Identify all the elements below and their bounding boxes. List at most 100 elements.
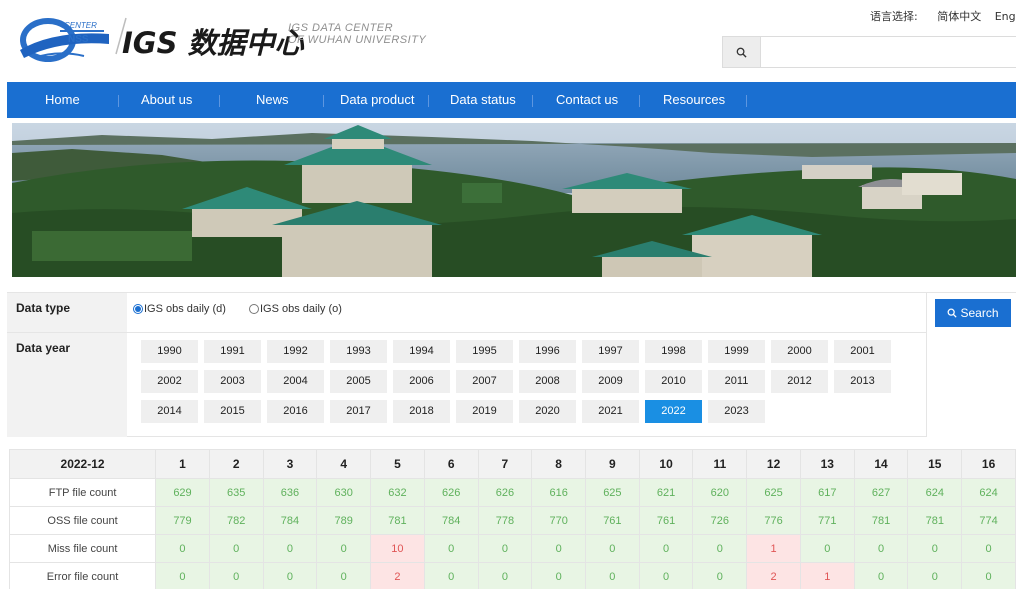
table-cell[interactable]: 624 [907,478,963,507]
table-cell[interactable]: 781 [370,506,425,535]
table-cell[interactable]: 789 [316,506,372,535]
year-button-2000[interactable]: 2000 [771,340,828,363]
table-cell[interactable]: 0 [423,562,479,589]
year-button-2022[interactable]: 2022 [645,400,702,423]
table-cell[interactable]: 0 [155,534,210,563]
year-button-2009[interactable]: 2009 [582,370,639,393]
table-cell[interactable]: 0 [316,534,372,563]
table-cell[interactable]: 0 [531,534,586,563]
year-button-1990[interactable]: 1990 [141,340,198,363]
year-button-2016[interactable]: 2016 [267,400,324,423]
year-button-2019[interactable]: 2019 [456,400,513,423]
table-cell[interactable]: 781 [853,506,909,535]
year-button-2021[interactable]: 2021 [582,400,639,423]
table-cell[interactable]: 779 [155,506,210,535]
table-cell[interactable]: 635 [208,478,264,507]
table-cell[interactable]: 627 [853,478,909,507]
year-button-2005[interactable]: 2005 [330,370,387,393]
table-cell[interactable]: 761 [638,506,694,535]
year-button-2008[interactable]: 2008 [519,370,576,393]
year-button-2003[interactable]: 2003 [204,370,261,393]
nav-resources[interactable]: Resources [663,92,725,107]
table-cell[interactable]: 0 [961,534,1016,563]
year-button-2018[interactable]: 2018 [393,400,450,423]
year-button-2004[interactable]: 2004 [267,370,324,393]
table-cell[interactable]: 2 [746,562,801,589]
table-cell[interactable]: 626 [423,478,479,507]
nav-contact-us[interactable]: Contact us [556,92,618,107]
table-cell[interactable]: 0 [531,562,586,589]
table-cell[interactable]: 616 [531,478,586,507]
year-button-1998[interactable]: 1998 [645,340,702,363]
year-button-2014[interactable]: 2014 [141,400,198,423]
table-cell[interactable]: 1 [746,534,801,563]
table-cell[interactable]: 0 [907,534,963,563]
table-cell[interactable]: 629 [155,478,210,507]
table-cell[interactable]: 0 [585,562,640,589]
table-cell[interactable]: 782 [208,506,264,535]
table-cell[interactable]: 1 [799,562,855,589]
table-cell[interactable]: 626 [477,478,533,507]
table-cell[interactable]: 625 [746,478,801,507]
table-cell[interactable]: 774 [961,506,1016,535]
table-cell[interactable]: 2 [370,562,425,589]
nav-news[interactable]: News [256,92,289,107]
year-button-2012[interactable]: 2012 [771,370,828,393]
radio-igs-obs-daily-o[interactable]: IGS obs daily (o) [249,303,342,315]
year-button-2017[interactable]: 2017 [330,400,387,423]
nav-about-us[interactable]: About us [141,92,192,107]
year-button-2020[interactable]: 2020 [519,400,576,423]
table-cell[interactable]: 0 [262,534,318,563]
table-cell[interactable]: 0 [423,534,479,563]
table-cell[interactable]: 0 [799,534,855,563]
nav-home[interactable]: Home [45,92,80,107]
year-button-2013[interactable]: 2013 [834,370,891,393]
year-button-1994[interactable]: 1994 [393,340,450,363]
year-button-2023[interactable]: 2023 [708,400,765,423]
nav-data-product[interactable]: Data product [340,92,414,107]
search-button[interactable]: Search [935,299,1011,327]
table-cell[interactable]: 617 [799,478,855,507]
table-cell[interactable]: 778 [477,506,533,535]
table-cell[interactable]: 632 [370,478,425,507]
year-button-1992[interactable]: 1992 [267,340,324,363]
site-logo[interactable]: CENTER NSS IGS 数据中心 IGS DATA CENTER OF W… [14,10,434,70]
table-cell[interactable]: 0 [961,562,1016,589]
table-cell[interactable]: 0 [262,562,318,589]
year-button-2011[interactable]: 2011 [708,370,765,393]
table-cell[interactable]: 726 [692,506,748,535]
nav-data-status[interactable]: Data status [450,92,516,107]
table-cell[interactable]: 621 [638,478,694,507]
year-button-1993[interactable]: 1993 [330,340,387,363]
year-button-2015[interactable]: 2015 [204,400,261,423]
table-cell[interactable]: 0 [853,534,909,563]
year-button-1995[interactable]: 1995 [456,340,513,363]
year-button-1991[interactable]: 1991 [204,340,261,363]
table-cell[interactable]: 770 [531,506,586,535]
year-button-2006[interactable]: 2006 [393,370,450,393]
year-button-1997[interactable]: 1997 [582,340,639,363]
year-button-2010[interactable]: 2010 [645,370,702,393]
year-button-2007[interactable]: 2007 [456,370,513,393]
table-cell[interactable]: 0 [853,562,909,589]
year-button-2002[interactable]: 2002 [141,370,198,393]
table-cell[interactable]: 771 [799,506,855,535]
table-cell[interactable]: 0 [692,534,748,563]
table-cell[interactable]: 761 [585,506,640,535]
table-cell[interactable]: 776 [746,506,801,535]
year-button-1999[interactable]: 1999 [708,340,765,363]
table-cell[interactable]: 781 [907,506,963,535]
table-cell[interactable]: 0 [316,562,372,589]
table-cell[interactable]: 0 [638,534,694,563]
table-cell[interactable]: 636 [262,478,318,507]
site-search-input[interactable] [762,37,1016,67]
table-cell[interactable]: 625 [585,478,640,507]
table-cell[interactable]: 0 [208,534,264,563]
table-cell[interactable]: 620 [692,478,748,507]
table-cell[interactable]: 0 [907,562,963,589]
table-cell[interactable]: 10 [370,534,425,563]
table-cell[interactable]: 784 [262,506,318,535]
table-cell[interactable]: 0 [477,562,533,589]
language-option-english[interactable]: English [995,10,1016,23]
radio-igs-obs-daily-d[interactable]: IGS obs daily (d) [133,303,226,315]
